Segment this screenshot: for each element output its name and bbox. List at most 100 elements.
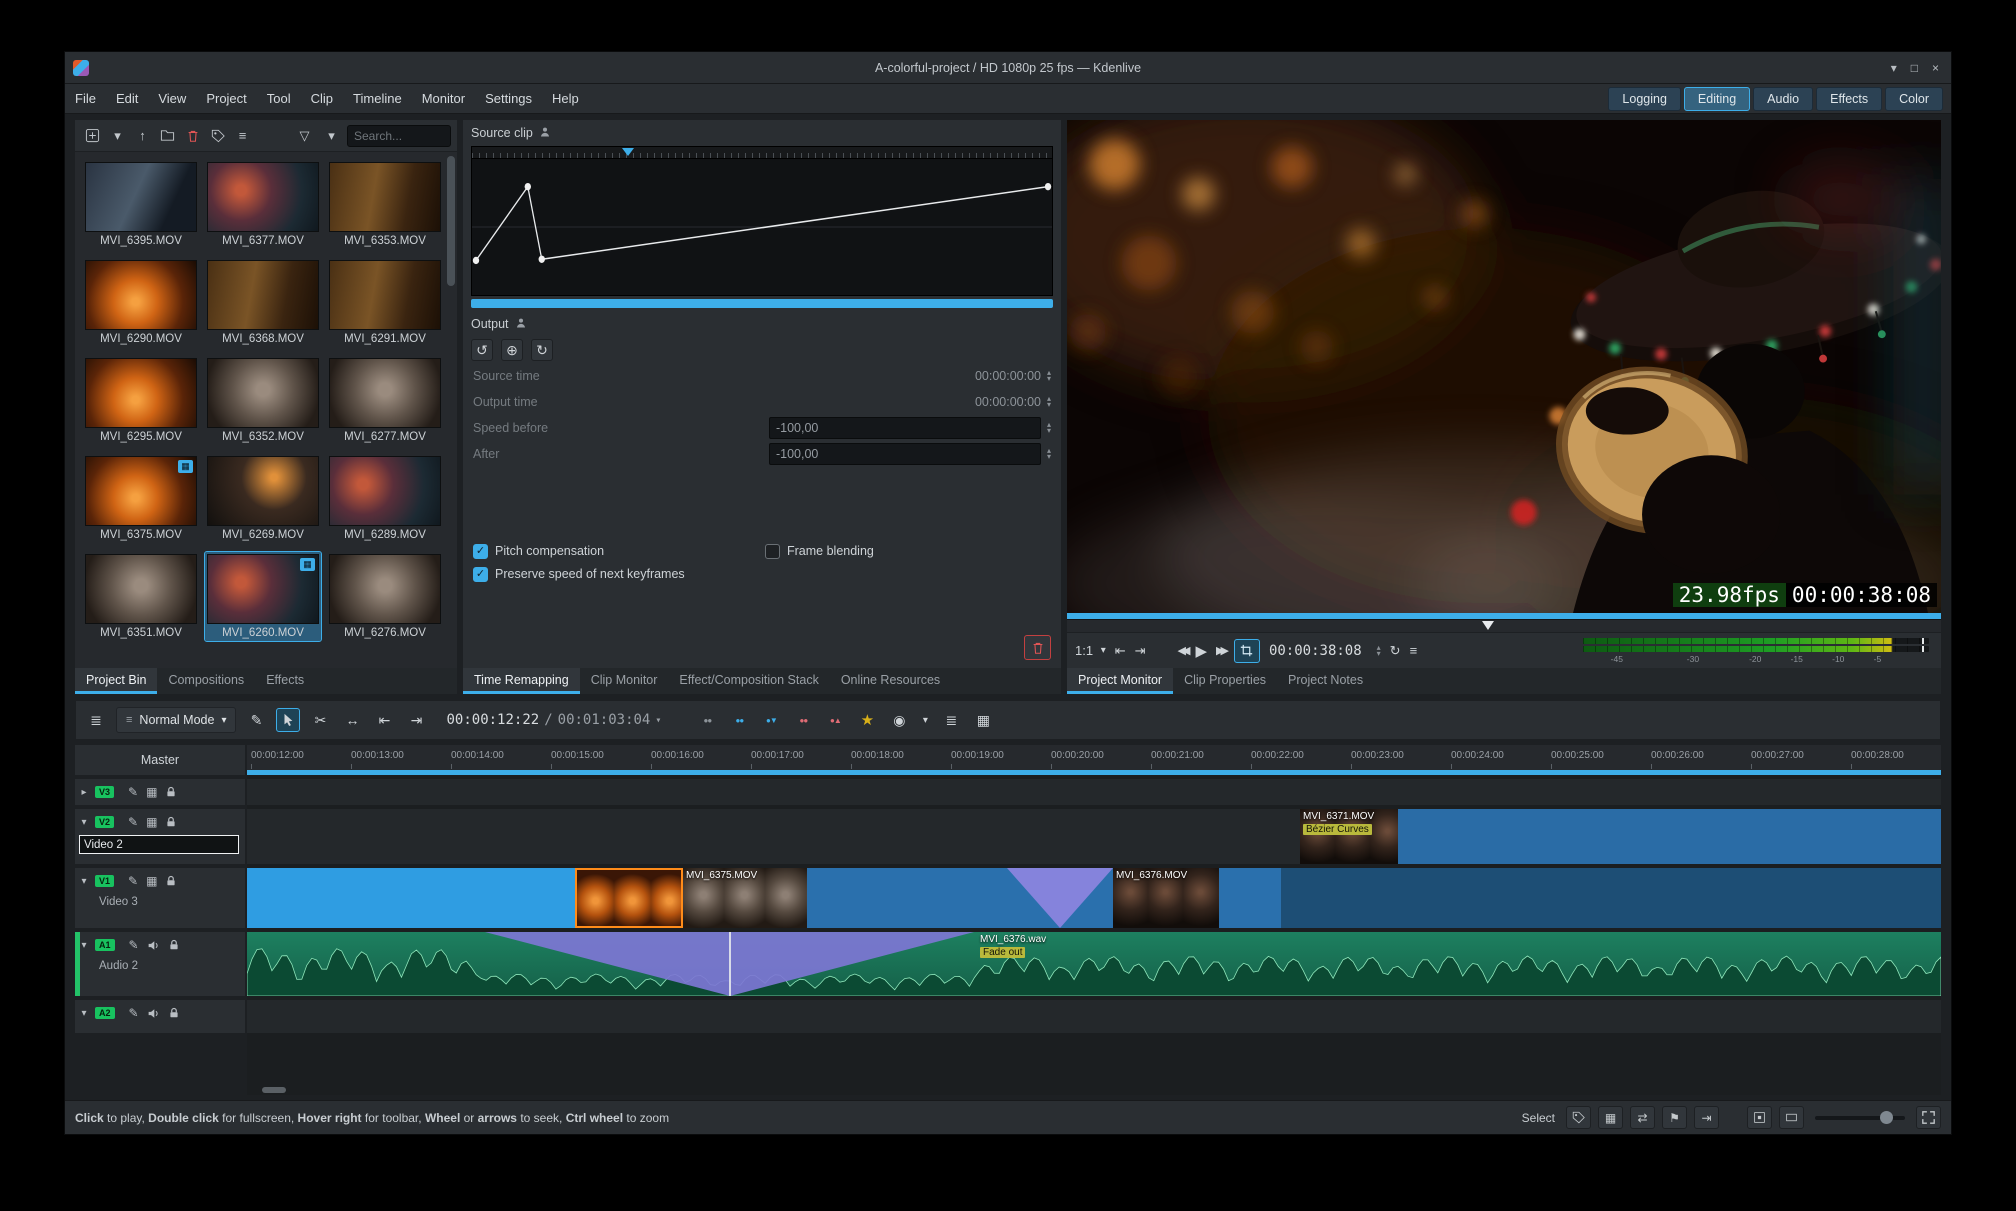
checkbox-pitch-compensation[interactable]: ✓ Pitch compensation <box>473 543 765 559</box>
ripple-tool-icon[interactable]: ⇥ <box>404 708 428 732</box>
checkbox-frame-blending[interactable]: Frame blending <box>765 543 1051 559</box>
menu-view[interactable]: View <box>148 84 196 113</box>
edit-track-icon[interactable]: ✎ <box>128 815 138 829</box>
next-keyframe-icon[interactable]: ↻ <box>531 339 553 361</box>
add-keyframe-icon[interactable]: ⊕ <box>501 339 523 361</box>
workspace-editing[interactable]: Editing <box>1683 86 1751 111</box>
timeline-clip-selected[interactable] <box>575 868 683 928</box>
lock-track-icon[interactable] <box>165 786 177 798</box>
bin-scrollbar[interactable] <box>447 152 455 668</box>
bin-clip[interactable]: MVI_6352.MOV <box>205 356 321 445</box>
show-tags-icon[interactable] <box>1566 1106 1591 1129</box>
lock-track-icon[interactable] <box>168 1007 180 1019</box>
play-icon[interactable]: ▶ <box>1195 642 1207 660</box>
delete-clip-icon[interactable] <box>181 124 204 147</box>
curve-ruler[interactable] <box>472 147 1052 159</box>
loop-icon[interactable]: ↻ <box>1390 643 1401 659</box>
track-tag-v3[interactable]: V3 <box>95 786 115 798</box>
zone-mode-icon[interactable] <box>1233 638 1260 663</box>
track-thumbnails-icon[interactable]: ▦ <box>146 815 157 829</box>
chevron-down-icon[interactable]: ▾ <box>77 876 91 887</box>
spinner-icon[interactable]: ▴ ▾ <box>1047 395 1051 409</box>
chevron-down-icon[interactable]: ▾ <box>77 1008 91 1019</box>
tab-clip-monitor[interactable]: Clip Monitor <box>580 668 669 694</box>
zone-start-icon[interactable]: ⇤ <box>1115 643 1126 659</box>
razor-tool-icon[interactable]: ✎ <box>244 708 268 732</box>
extract-zone-icon[interactable]: ●● <box>791 708 815 732</box>
video-viewport[interactable]: 23.98fps 00:00:38:08 <box>1067 120 1941 613</box>
rewind-icon[interactable]: ◀◀ <box>1178 644 1191 657</box>
tab-effect-composition-stack[interactable]: Effect/Composition Stack <box>668 668 829 694</box>
tab-project-monitor[interactable]: Project Monitor <box>1067 668 1174 694</box>
bin-clip[interactable]: MVI_6269.MOV <box>205 454 321 543</box>
menu-monitor[interactable]: Monitor <box>412 84 475 113</box>
bin-clip[interactable]: MVI_6289.MOV <box>327 454 443 543</box>
track-settings-icon[interactable]: ≣ <box>84 708 108 732</box>
zoom-slider[interactable] <box>1815 1110 1905 1124</box>
selection-tool-icon[interactable] <box>276 708 301 732</box>
snap-toggle-icon[interactable]: ⇥ <box>1694 1106 1719 1129</box>
titlebar[interactable]: A-colorful-project / HD 1080p 25 fps — K… <box>65 52 1951 84</box>
lift-zone-icon[interactable]: ●▲ <box>823 708 847 732</box>
tab-online-resources[interactable]: Online Resources <box>830 668 951 694</box>
edit-track-icon[interactable]: ✎ <box>129 1006 139 1020</box>
menu-timeline[interactable]: Timeline <box>343 84 412 113</box>
tab-compositions[interactable]: Compositions <box>157 668 255 694</box>
audio-thumbnails-icon[interactable]: ⇄ <box>1630 1106 1655 1129</box>
tab-project-bin[interactable]: Project Bin <box>75 668 158 694</box>
track-v3-content[interactable] <box>247 779 1941 805</box>
bin-clip[interactable]: MVI_6295.MOV <box>83 356 199 445</box>
track-tag-a2[interactable]: A2 <box>95 1007 115 1019</box>
workspace-logging[interactable]: Logging <box>1608 86 1681 111</box>
previous-keyframe-icon[interactable]: ↺ <box>471 339 493 361</box>
audio-clip[interactable]: MVI_6376.wav Fade out <box>247 932 1941 996</box>
video-thumbnails-icon[interactable]: ▦ <box>1598 1106 1623 1129</box>
bin-clip[interactable]: MVI_6377.MOV <box>205 160 321 249</box>
zoom-level-dropdown[interactable]: 1:1 ▾ <box>1075 643 1106 658</box>
spinner-icon[interactable]: ▴ ▾ <box>1047 421 1051 435</box>
monitor-ruler[interactable] <box>1067 619 1941 632</box>
menu-clip[interactable]: Clip <box>301 84 343 113</box>
spacer-tool-icon[interactable]: ↔ <box>340 708 364 732</box>
lock-track-icon[interactable] <box>165 816 177 828</box>
track-header-a2[interactable]: ▾ A2 ✎ <box>75 1000 245 1033</box>
edit-track-icon[interactable]: ✎ <box>128 874 138 888</box>
timeline-ruler[interactable]: 00:00:12:00 00:00:13:00 00:00:14:00 00:00:1… <box>247 745 1941 775</box>
curve-zoombar[interactable] <box>471 299 1053 308</box>
bin-clip[interactable]: MVI_6351.MOV <box>83 552 199 641</box>
monitor-menu-icon[interactable]: ≡ <box>1410 643 1418 658</box>
search-input[interactable] <box>347 124 451 147</box>
tab-time-remapping[interactable]: Time Remapping <box>463 668 580 694</box>
track-header-v2[interactable]: ▾ V2 ✎ ▦ <box>75 809 245 864</box>
master-button[interactable]: Master <box>75 745 245 775</box>
track-a2-content[interactable] <box>247 1000 1941 1033</box>
preview-render-icon[interactable]: ◉ <box>887 708 911 732</box>
filter-chevron-icon[interactable]: ▾ <box>320 124 343 147</box>
checkbox[interactable]: ✓ <box>473 566 488 582</box>
track-thumbnails-icon[interactable]: ▦ <box>146 874 157 888</box>
show-markers-icon[interactable]: ⚑ <box>1662 1106 1687 1129</box>
create-folder-icon[interactable] <box>156 124 179 147</box>
edit-track-icon[interactable]: ✎ <box>128 785 138 799</box>
track-v2-content[interactable]: MVI_6371.MOV Bézier Curves <box>247 809 1941 864</box>
forward-icon[interactable]: ▶▶ <box>1216 644 1229 657</box>
track-header-v3[interactable]: ▸ V3 ✎ ▦ <box>75 779 245 805</box>
track-name-input[interactable] <box>79 835 239 854</box>
field-input[interactable]: -100,00 <box>768 417 1041 439</box>
workspace-audio[interactable]: Audio <box>1753 86 1814 111</box>
monitor-playhead[interactable] <box>1482 621 1495 630</box>
menu-project[interactable]: Project <box>196 84 256 113</box>
timeline-tracks-area[interactable]: 00:00:12:00 00:00:13:00 00:00:14:00 00:00:1… <box>247 745 1941 1095</box>
timecode-spinner[interactable]: ▴ ▾ <box>1377 643 1381 657</box>
edit-track-icon[interactable]: ✎ <box>129 938 139 952</box>
monitor-timecode[interactable]: 00:00:38:08 <box>1269 643 1362 659</box>
track-tag-v2[interactable]: V2 <box>95 816 115 828</box>
track-header-v1[interactable]: ▾ V1 ✎ ▦ Video 3 <box>75 868 245 928</box>
mute-track-icon[interactable] <box>147 1007 160 1020</box>
rollup-icon[interactable]: ▾ <box>1891 61 1897 75</box>
preview-render-chevron-icon[interactable]: ▾ <box>919 708 931 732</box>
mute-track-icon[interactable] <box>147 939 160 952</box>
workspace-effects[interactable]: Effects <box>1816 86 1883 111</box>
track-a1-content[interactable]: MVI_6376.wav Fade out <box>247 932 1941 996</box>
chevron-down-icon[interactable]: ▾ <box>77 817 91 828</box>
